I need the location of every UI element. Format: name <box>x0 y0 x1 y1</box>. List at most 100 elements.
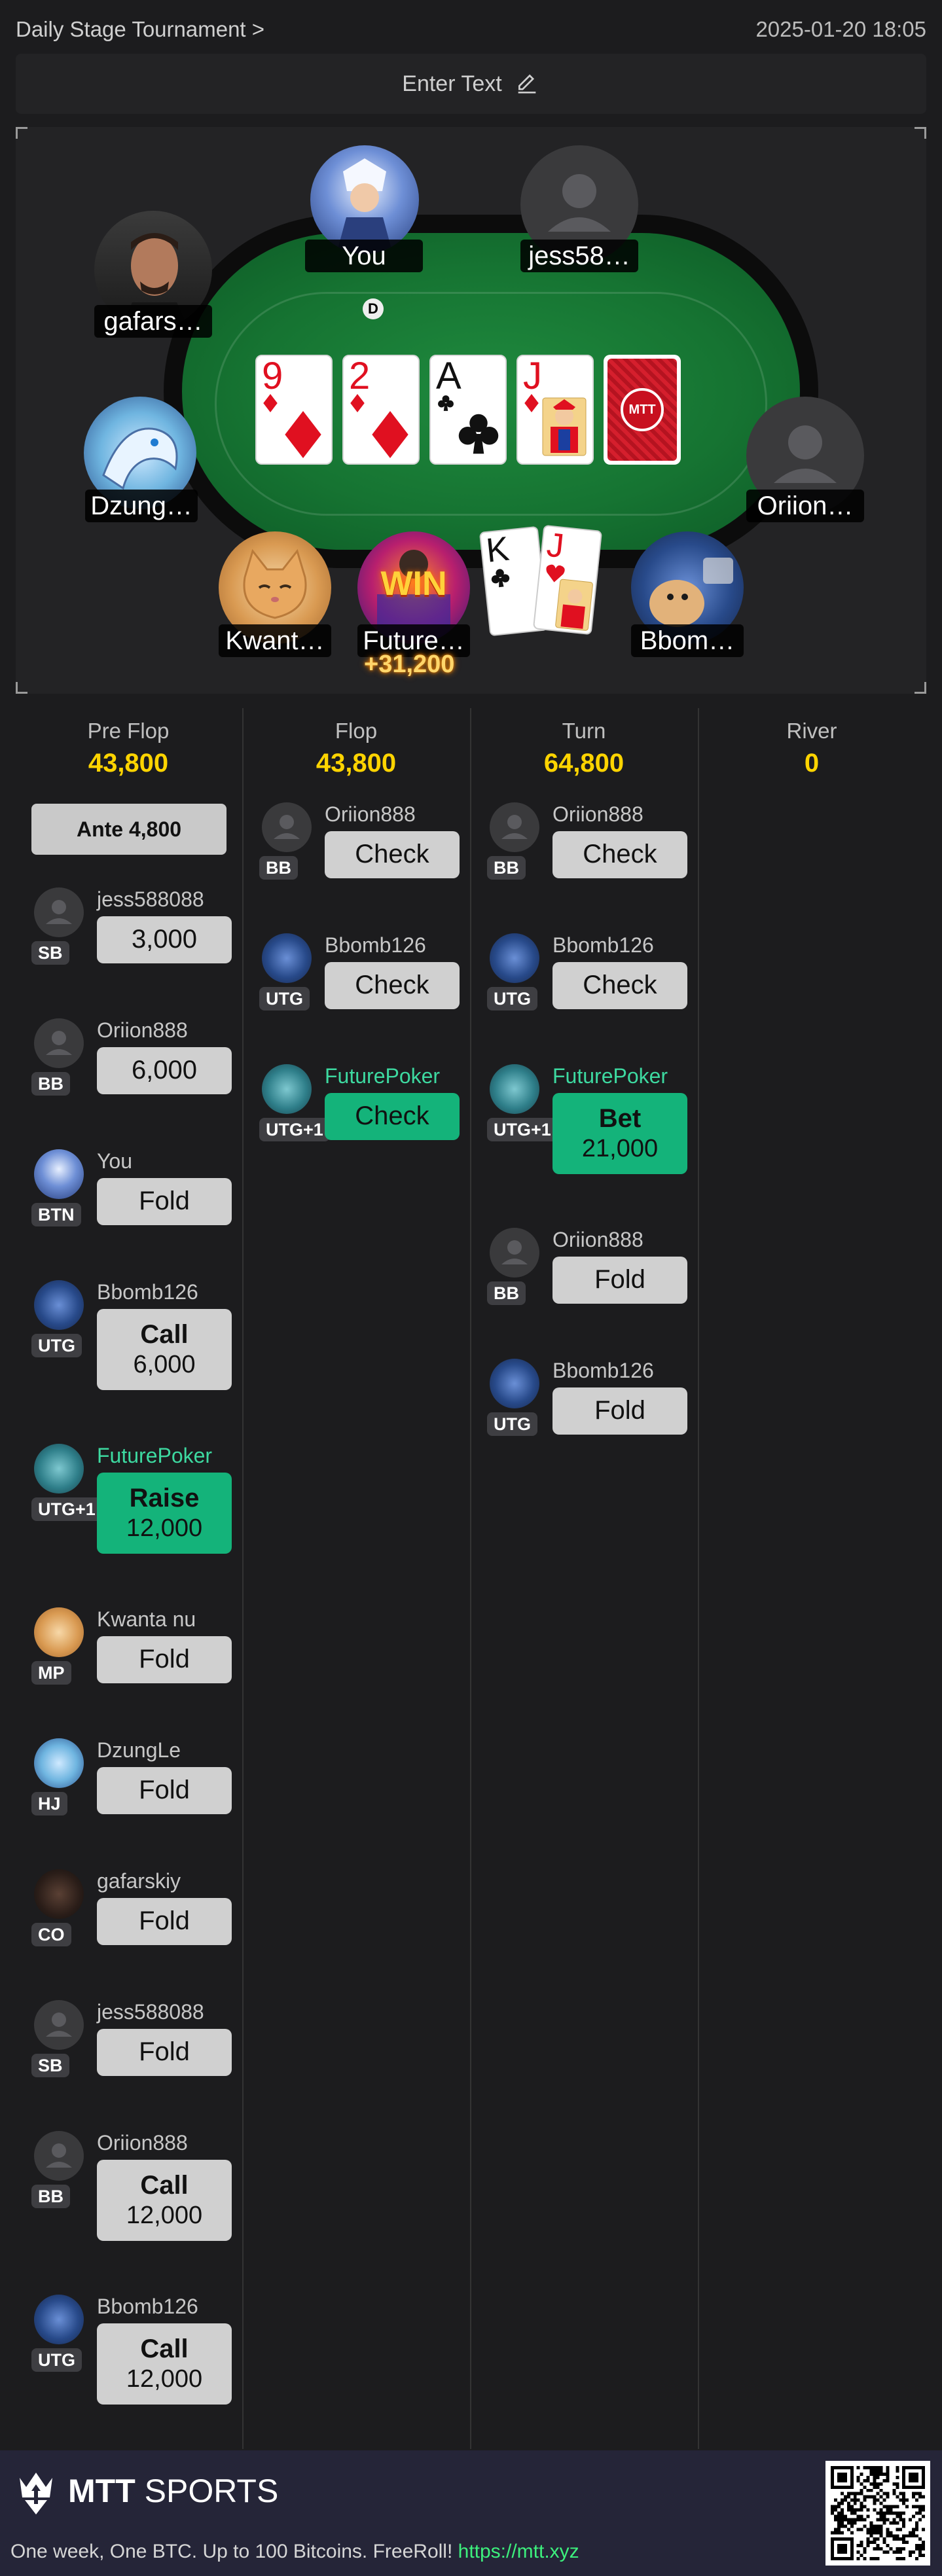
street-turn-label: Turn <box>562 719 606 743</box>
mtt-logo-badge: MTT <box>621 388 664 431</box>
action-player-name: FuturePoker <box>553 1064 668 1088</box>
action-fold-chip: Fold <box>97 1767 232 1814</box>
community-card-3: A <box>429 355 507 465</box>
action-player-name: DzungLe <box>97 1738 181 1762</box>
street-river-pot: 0 <box>804 749 820 778</box>
player-avatar <box>262 933 312 983</box>
action-player-name: FuturePoker <box>97 1444 213 1467</box>
panel-corner-br <box>915 682 926 694</box>
action-player-name: Oriion888 <box>553 1228 643 1251</box>
action-call-chip: Call 6,000 <box>97 1309 232 1390</box>
player-avatar <box>34 1869 84 1919</box>
player-avatar <box>34 1738 84 1788</box>
hand-timestamp: 2025-01-20 18:05 <box>755 17 926 41</box>
column-divider <box>698 708 699 2449</box>
position-badge: MP <box>31 1661 71 1685</box>
position-badge: BB <box>259 856 298 880</box>
action-player-name: Oriion888 <box>97 1018 188 1042</box>
action-3-000-chip: 3,000 <box>97 916 232 963</box>
position-badge: UTG+1 <box>31 1497 102 1521</box>
panel-corner-tr <box>915 127 926 139</box>
seat-gafars-name: gafars… <box>94 305 212 338</box>
seat-oriion-name: Oriion… <box>746 490 864 522</box>
seat-you-name: You <box>305 240 423 272</box>
person-placeholder-icon <box>34 2131 84 2181</box>
tagline-text: One week, One BTC. Up to 100 Bitcoins. F… <box>10 2541 458 2562</box>
seat-jess-name: jess58… <box>520 240 638 272</box>
qr-code-icon <box>825 2461 930 2566</box>
position-badge: BTN <box>31 1203 81 1226</box>
enter-text-field[interactable]: Enter Text <box>16 54 926 114</box>
person-placeholder-icon <box>490 802 539 852</box>
action-raise-chip: Raise 12,000 <box>97 1473 232 1554</box>
position-badge: BB <box>487 1281 526 1305</box>
action-player-name: Bbomb126 <box>325 933 426 957</box>
action-check-chip: Check <box>325 962 460 1009</box>
action-player-name: jess588088 <box>97 887 204 911</box>
action-fold-chip: Fold <box>97 1636 232 1683</box>
jack-face-icon <box>542 397 587 456</box>
column-divider <box>242 708 244 2449</box>
action-6-000-chip: 6,000 <box>97 1047 232 1094</box>
position-badge: BB <box>487 856 526 880</box>
position-badge: UTG <box>487 987 537 1011</box>
player-avatar <box>34 1149 84 1199</box>
card-back: MTT <box>604 355 681 465</box>
player-avatar <box>34 1280 84 1330</box>
action-fold-chip: Fold <box>553 1257 687 1304</box>
street-flop-label: Flop <box>335 719 378 743</box>
action-bet-chip: Bet 21,000 <box>553 1093 687 1174</box>
player-avatar <box>490 1359 539 1408</box>
action-fold-chip: Fold <box>97 2029 232 2076</box>
action-player-name: gafarskiy <box>97 1869 181 1893</box>
panel-corner-tl <box>16 127 27 139</box>
mtt-crown-logo-icon <box>20 2473 52 2514</box>
action-player-name: Bbomb126 <box>97 1280 198 1304</box>
panel-corner-bl <box>16 682 27 694</box>
player-avatar <box>34 1607 84 1657</box>
position-badge: SB <box>31 941 69 965</box>
seat-bbom-name: Bbom… <box>631 624 744 657</box>
action-player-name: FuturePoker <box>325 1064 441 1088</box>
brand-strong: MTT <box>68 2473 136 2509</box>
position-badge: UTG <box>31 2348 82 2372</box>
player-avatar <box>490 1064 539 1114</box>
action-check-chip: Check <box>553 831 687 878</box>
player-avatar <box>34 1444 84 1494</box>
action-player-name: Bbomb126 <box>553 933 654 957</box>
jack-face-icon <box>555 579 593 631</box>
position-badge: UTG+1 <box>487 1118 558 1141</box>
action-check-chip: Check <box>553 962 687 1009</box>
action-player-name: jess588088 <box>97 2000 204 2024</box>
street-flop-pot: 43,800 <box>316 749 397 778</box>
position-badge: BB <box>31 2185 70 2208</box>
win-badge: WIN <box>380 565 447 603</box>
position-badge: UTG+1 <box>259 1118 330 1141</box>
footer-link[interactable]: https://mtt.xyz <box>458 2541 579 2562</box>
action-check-chip: Check <box>325 831 460 878</box>
seat-kwant-name: Kwant… <box>219 624 331 657</box>
seat-you-avatar[interactable] <box>310 145 419 254</box>
position-badge: BB <box>31 1072 70 1096</box>
dealer-button: D <box>363 298 384 319</box>
person-placeholder-icon <box>34 2000 84 2050</box>
player-avatar <box>262 1064 312 1114</box>
tournament-title-link[interactable]: Daily Stage Tournament > <box>16 17 264 42</box>
community-card-4: J <box>516 355 594 465</box>
action-player-name: Kwanta nu <box>97 1607 196 1631</box>
street-turn-pot: 64,800 <box>543 749 625 778</box>
player-avatar <box>490 933 539 983</box>
action-fold-chip: Fold <box>97 1898 232 1945</box>
footer-tagline: One week, One BTC. Up to 100 Bitcoins. F… <box>10 2541 579 2563</box>
player-avatar <box>34 2295 84 2344</box>
action-fold-chip: Fold <box>97 1178 232 1225</box>
anime-warrior-avatar <box>336 158 393 254</box>
seat-dzung-name: Dzung… <box>85 490 198 522</box>
position-badge: HJ <box>31 1792 67 1816</box>
enter-text-label: Enter Text <box>402 71 502 96</box>
ante-badge: Ante 4,800 <box>31 804 226 855</box>
position-badge: UTG <box>259 987 310 1011</box>
position-badge: CO <box>31 1923 71 1946</box>
person-placeholder-icon <box>34 887 84 937</box>
action-call-chip: Call 12,000 <box>97 2160 232 2241</box>
